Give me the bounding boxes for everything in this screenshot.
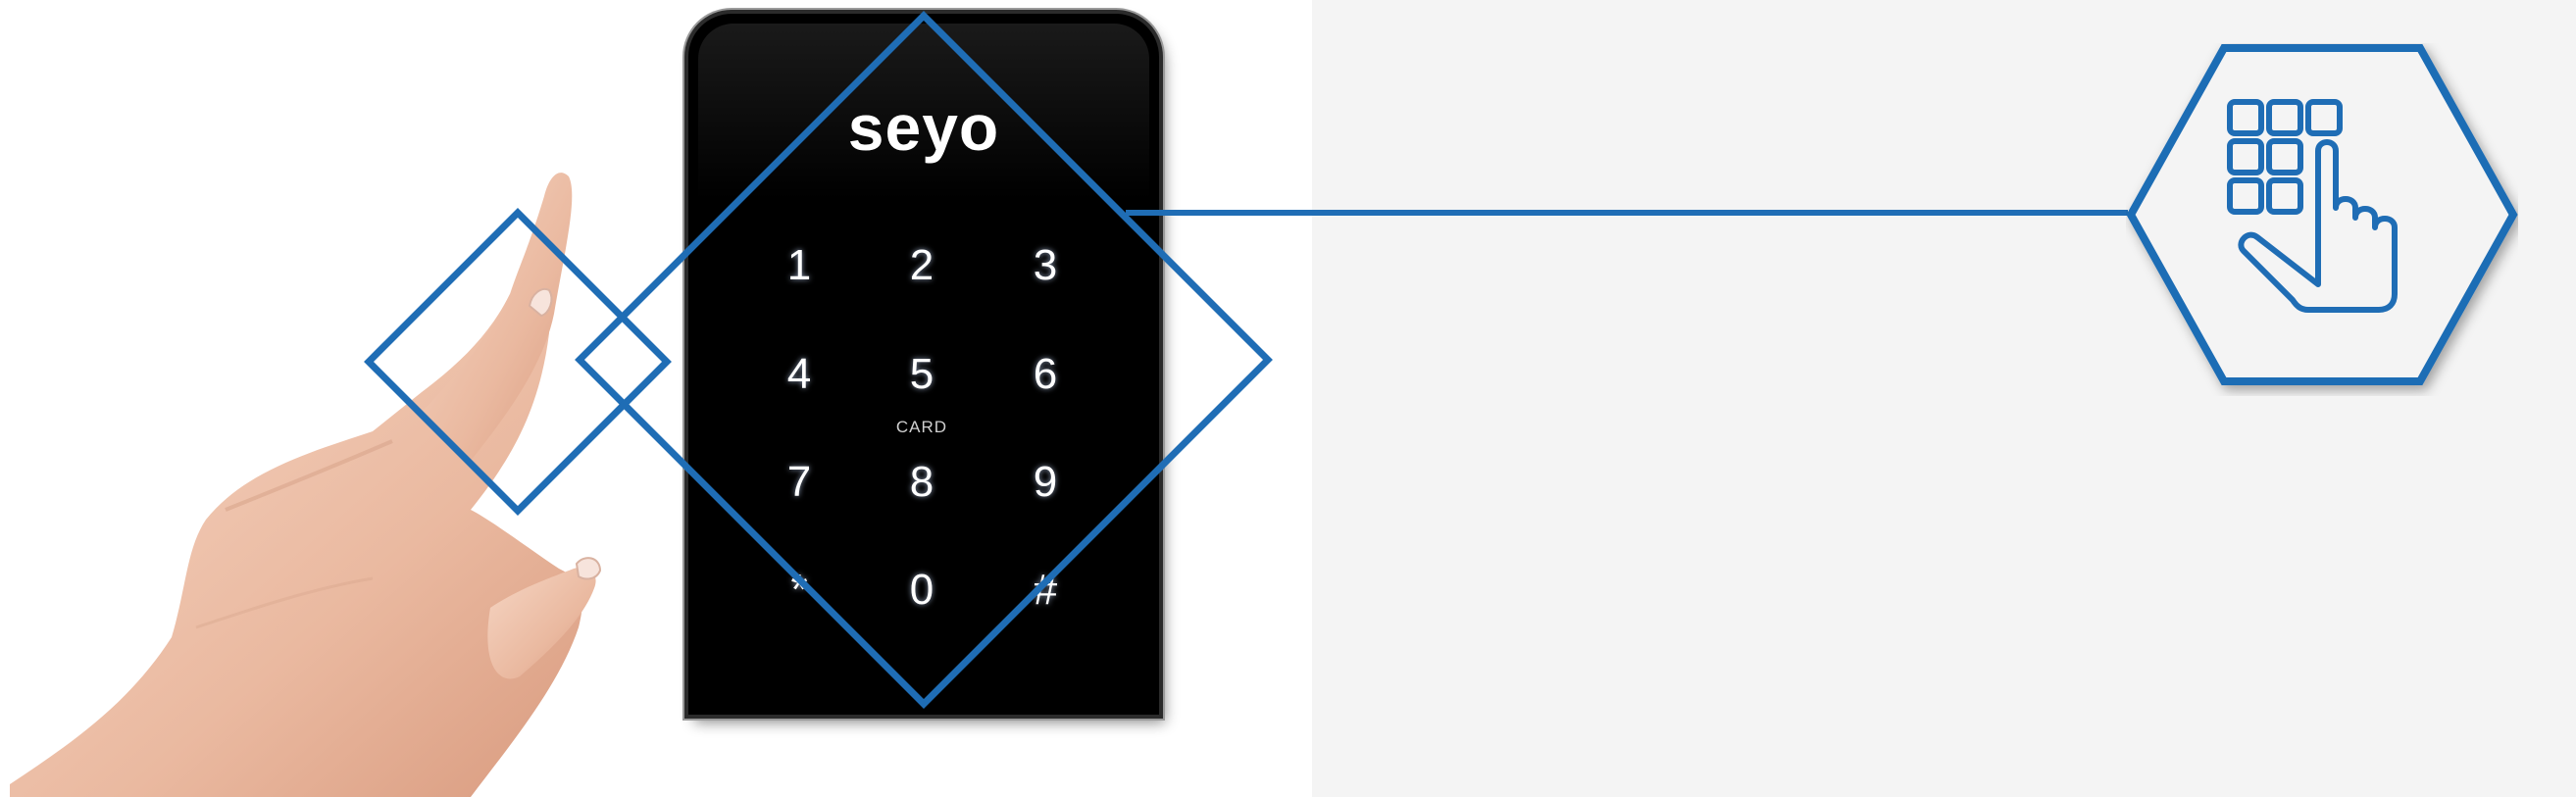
keypad-touch-icon — [2126, 44, 2518, 385]
large-diamond-outline — [575, 11, 1273, 709]
small-diamond-outline — [364, 208, 672, 516]
